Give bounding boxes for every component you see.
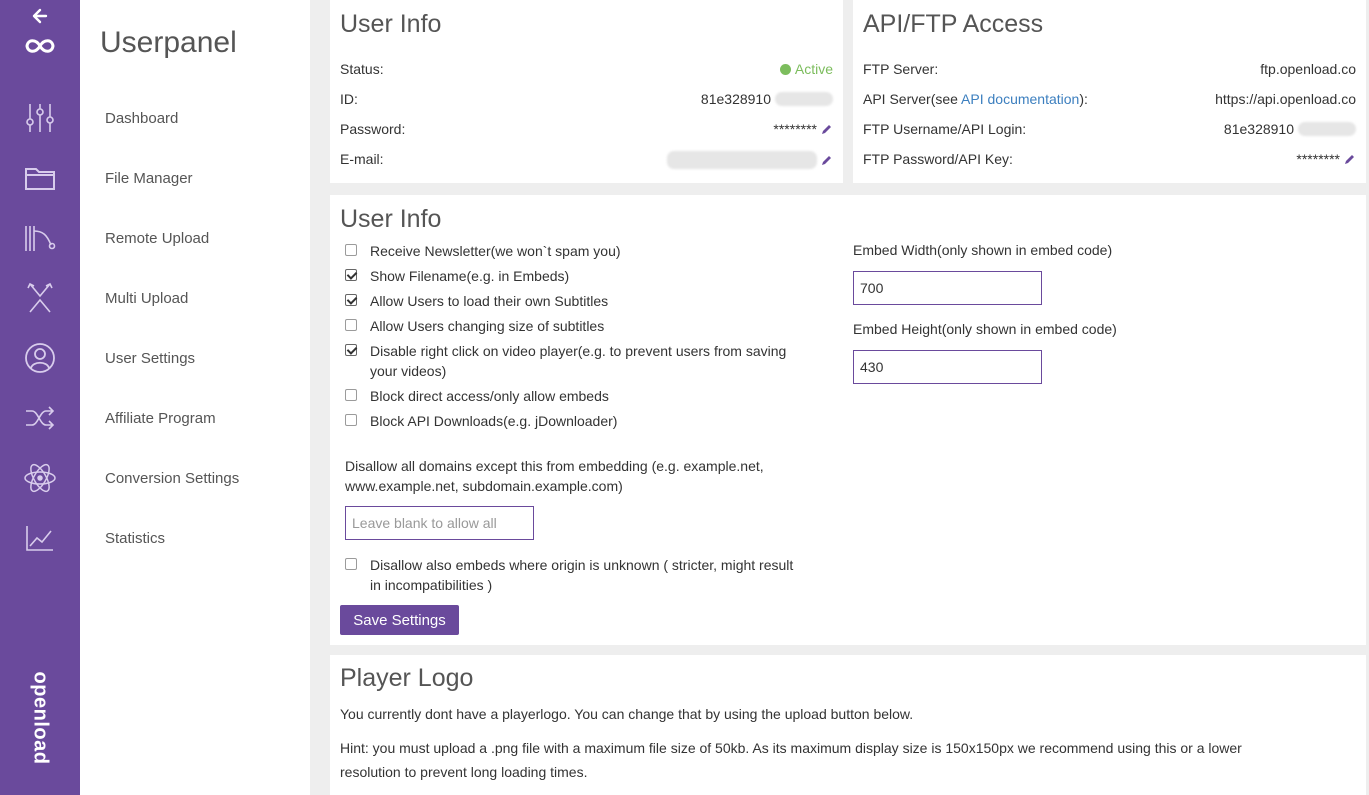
id-row: ID: 81e328910 (340, 91, 833, 113)
embed-width-label: Embed Width(only shown in embed code) (853, 242, 1113, 258)
api-ftp-card: API/FTP Access FTP Server: ftp.openload.… (853, 0, 1366, 183)
api-server-row: API Server(see API documentation): https… (863, 91, 1356, 113)
unknown-origin-checkbox[interactable] (345, 558, 357, 570)
newsletter-checkbox[interactable] (345, 244, 357, 256)
show-filename-checkbox[interactable] (345, 269, 357, 281)
remote-upload-icon[interactable] (20, 218, 60, 258)
show-filename-label: Show Filename(e.g. in Embeds) (370, 268, 570, 284)
unknown-origin-label: Disallow also embeds where origin is unk… (370, 557, 794, 593)
infinity-logo-icon[interactable] (20, 26, 60, 66)
icon-rail: openload (0, 0, 80, 795)
status-label: Status: (340, 61, 384, 77)
embed-width-input[interactable] (853, 271, 1042, 305)
ftp-password-row: FTP Password/API Key: ******** (863, 151, 1356, 173)
status-row: Status: Active (340, 61, 833, 83)
ftp-username-row: FTP Username/API Login: 81e328910 (863, 121, 1356, 143)
newsletter-label: Receive Newsletter(we won`t spam you) (370, 243, 621, 259)
sliders-icon[interactable] (20, 98, 60, 138)
email-label: E-mail: (340, 151, 384, 167)
multi-upload-icon[interactable] (20, 278, 60, 318)
password-row: Password: ******** (340, 121, 833, 143)
id-label: ID: (340, 91, 358, 107)
folder-icon[interactable] (20, 158, 60, 198)
ftp-username-label: FTP Username/API Login: (863, 121, 1027, 137)
ftp-password-value: ******** (1296, 151, 1356, 167)
settings-card: User Info Receive Newsletter(we won`t sp… (330, 195, 1366, 645)
block-api-downloads-label: Block API Downloads(e.g. jDownloader) (370, 413, 618, 429)
embed-height-input[interactable] (853, 350, 1042, 384)
user-info-title: User Info (340, 10, 442, 38)
ftp-password-label: FTP Password/API Key: (863, 151, 1013, 167)
status-value: Active (779, 61, 833, 77)
email-row: E-mail: (340, 151, 833, 173)
chart-icon[interactable] (20, 518, 60, 558)
edit-email-pencil-icon[interactable] (821, 154, 833, 166)
nav-item-user-settings[interactable]: User Settings (105, 350, 195, 367)
nav-item-dashboard[interactable]: Dashboard (105, 110, 178, 127)
id-value: 81e328910 (701, 91, 833, 107)
ftp-server-value: ftp.openload.co (1260, 61, 1356, 77)
player-logo-card: Player Logo You currently dont have a pl… (330, 655, 1366, 795)
nav-item-conversion-settings[interactable]: Conversion Settings (105, 470, 239, 487)
password-label: Password: (340, 121, 406, 137)
nav-item-file-manager[interactable]: File Manager (105, 170, 193, 187)
status-dot-icon (779, 63, 791, 75)
disable-right-click-checkbox[interactable] (345, 344, 357, 356)
email-value (667, 151, 833, 169)
nav-item-remote-upload[interactable]: Remote Upload (105, 230, 209, 247)
nav-title: Userpanel (100, 26, 237, 59)
side-nav: Userpanel Dashboard File Manager Remote … (80, 0, 310, 795)
ftp-username-value: 81e328910 (1224, 121, 1356, 137)
user-info-card: User Info Status: Active ID: 81e328910 P… (330, 0, 843, 183)
shuffle-icon[interactable] (20, 398, 60, 438)
domain-whitelist-input[interactable] (345, 506, 534, 540)
save-settings-button[interactable]: Save Settings (340, 605, 459, 635)
openload-logo: openload (29, 671, 52, 765)
block-direct-access-label: Block direct access/only allow embeds (370, 388, 609, 404)
block-api-downloads-checkbox[interactable] (345, 414, 357, 426)
domain-whitelist-label: Disallow all domains except this from em… (345, 458, 764, 494)
nav-item-statistics[interactable]: Statistics (105, 530, 165, 547)
player-logo-hint-text: Hint: you must upload a .png file with a… (340, 740, 1242, 780)
own-subtitles-checkbox[interactable] (345, 294, 357, 306)
atom-icon[interactable] (20, 458, 60, 498)
user-icon[interactable] (20, 338, 60, 378)
password-value: ******** (773, 121, 833, 137)
player-logo-status-text: You currently dont have a playerlogo. Yo… (340, 706, 914, 722)
redacted-blur (667, 151, 817, 169)
player-logo-title: Player Logo (340, 664, 474, 692)
api-ftp-title: API/FTP Access (863, 10, 1044, 38)
nav-item-multi-upload[interactable]: Multi Upload (105, 290, 188, 307)
edit-ftp-password-pencil-icon[interactable] (1344, 153, 1356, 165)
api-server-label: API Server(see API documentation): (863, 91, 1088, 107)
subtitle-size-checkbox[interactable] (345, 319, 357, 331)
edit-password-pencil-icon[interactable] (821, 123, 833, 135)
ftp-server-label: FTP Server: (863, 61, 939, 77)
redacted-blur (775, 92, 833, 106)
nav-item-affiliate-program[interactable]: Affiliate Program (105, 410, 216, 427)
disable-right-click-label: Disable right click on video player(e.g.… (370, 343, 787, 379)
settings-title: User Info (340, 205, 442, 233)
ftp-server-row: FTP Server: ftp.openload.co (863, 61, 1356, 83)
embed-height-label: Embed Height(only shown in embed code) (853, 321, 1117, 337)
subtitle-size-label: Allow Users changing size of subtitles (370, 318, 605, 334)
own-subtitles-label: Allow Users to load their own Subtitles (370, 293, 609, 309)
redacted-blur (1298, 122, 1356, 136)
api-documentation-link[interactable]: API documentation (961, 91, 1079, 107)
block-direct-access-checkbox[interactable] (345, 389, 357, 401)
api-server-value: https://api.openload.co (1215, 91, 1356, 107)
